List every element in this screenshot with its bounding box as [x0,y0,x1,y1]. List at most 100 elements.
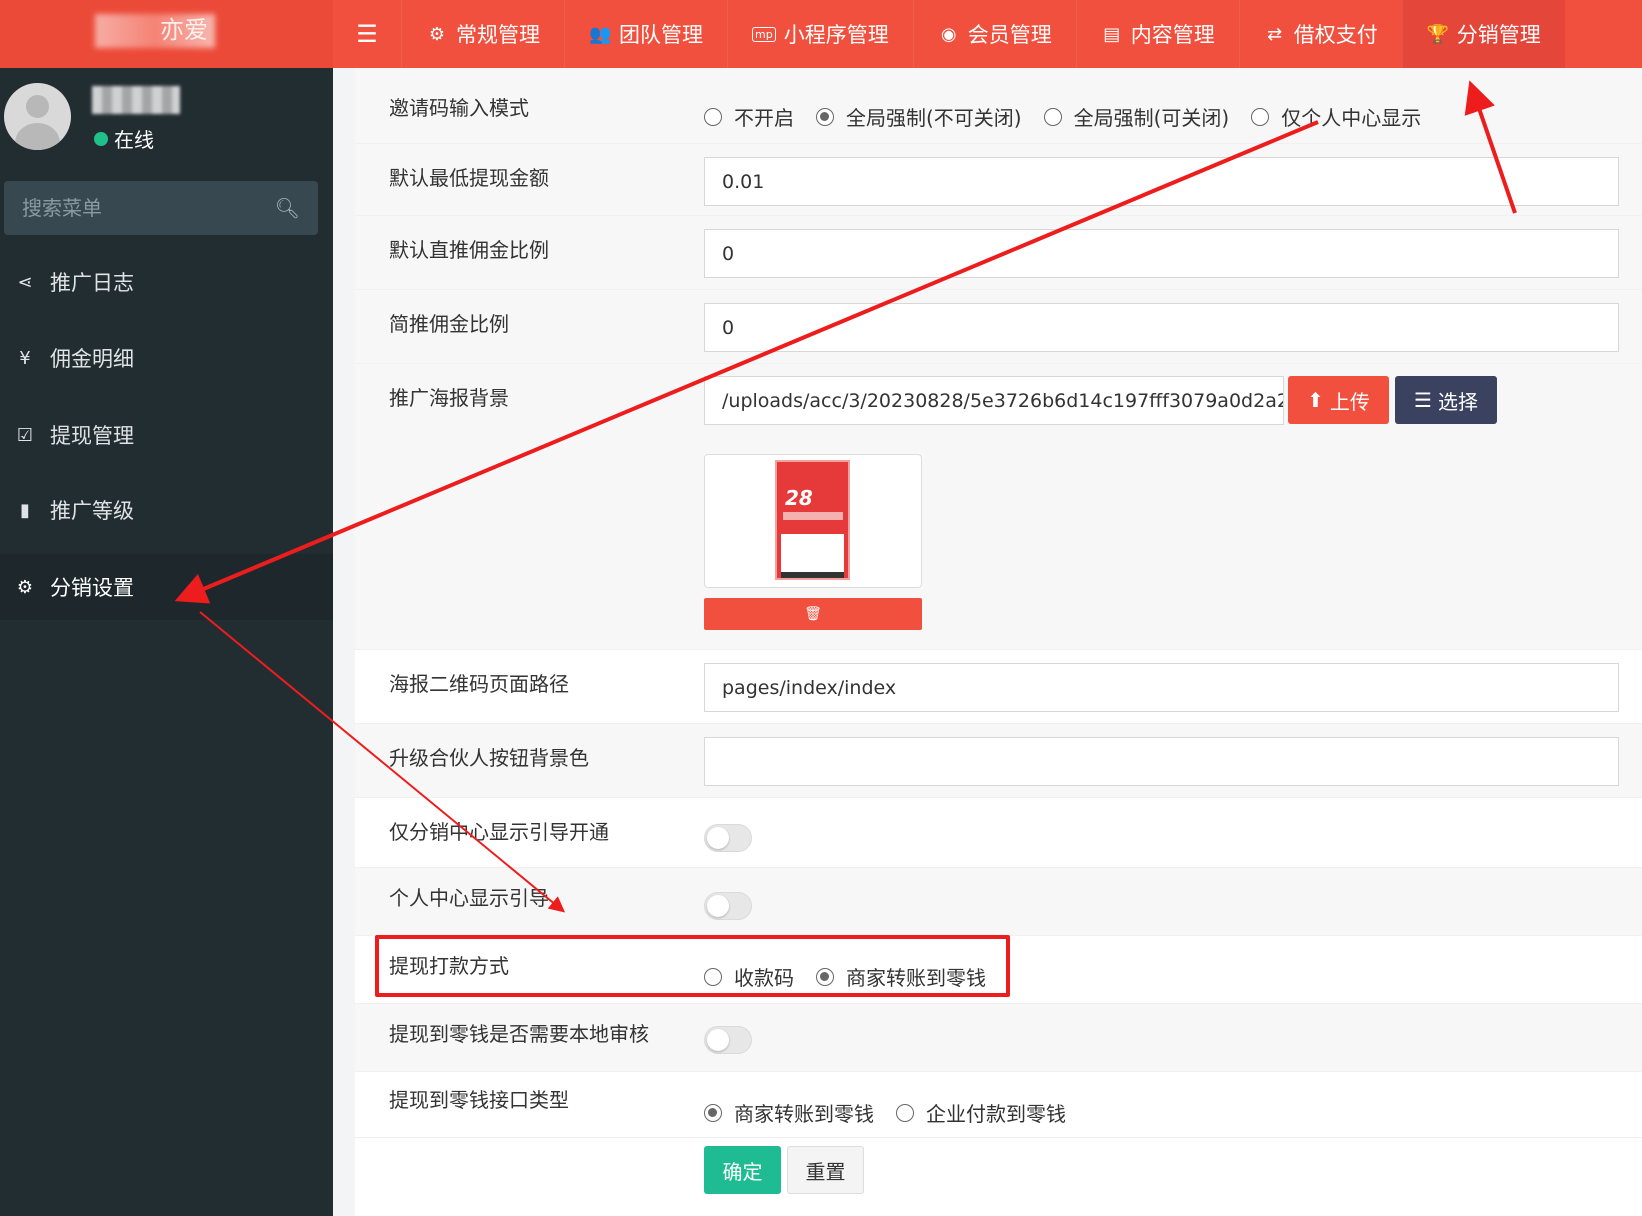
sidebar-item-settings[interactable]: ⚙ 分销设置 [0,554,333,620]
users-icon: 👥 [589,23,612,45]
poster-image: 28 [775,460,850,580]
radio-label: 仅个人中心显示 [1281,106,1422,130]
radio-circle-icon [704,1103,722,1122]
personal-guide-toggle[interactable] [704,892,752,920]
top-navbar: 亦爱 ☰ ⚙ 常规管理 👥 团队管理 mp 小程序管理 ◉ 会员管理 ▤ 内容管理 ⇄ 借权… [0,0,1642,68]
search-icon[interactable]: 🔍︎ [275,196,300,220]
online-status: 在线 [94,124,154,153]
nav-label: 借权支付 [1293,23,1378,47]
settings-form: 邀请码输入模式 不开启 全局强制(不可关闭) 全局强制(可关闭) 仅个人中心显示… [355,68,1642,1216]
field-label: 仅分销中心显示引导开通 [389,820,609,844]
miniprogram-icon: mp [752,26,776,42]
poster-path-input[interactable]: /uploads/acc/3/20230828/5e3726b6d14c197f… [704,376,1284,425]
radio-invite-center-only[interactable]: 仅个人中心显示 [1251,102,1421,131]
radio-label: 商家转账到零钱 [734,1102,874,1126]
nav-label: 团队管理 [619,23,703,47]
avatar [4,83,71,150]
row-min-withdraw: 默认最低提现金额 0.01 [355,144,1642,216]
confirm-button[interactable]: 确定 [704,1146,781,1194]
upload-icon: ⬆ [1307,388,1324,412]
qr-path-input[interactable]: pages/index/index [704,663,1619,712]
field-label: 海报二维码页面路径 [389,672,569,696]
sidebar-item-levels[interactable]: ▮ 推广等级 [0,477,333,543]
nav-item-members[interactable]: ◉ 会员管理 [912,0,1076,68]
menu-search: 🔍︎ [4,181,318,235]
row-poster-bg: 推广海报背景 /uploads/acc/3/20230828/5e3726b6d… [355,364,1642,650]
menu-search-input[interactable] [22,196,275,220]
level-icon: ▮ [20,499,30,521]
nav-label: 会员管理 [967,23,1052,47]
cogs-icon: ⚙ [16,576,34,598]
row-only-center-guide: 仅分销中心显示引导开通 [355,798,1642,868]
radio-label: 企业付款到零钱 [926,1102,1066,1126]
hamburger-icon[interactable]: ☰ [333,0,401,68]
field-label: 提现到零钱接口类型 [389,1088,569,1112]
radio-label: 不开启 [734,106,794,130]
sidebar-item-label: 佣金明细 [50,347,134,371]
partner-color-input[interactable] [704,737,1619,786]
radio-api-transfer[interactable]: 商家转账到零钱 [704,1098,874,1127]
field-label: 默认最低提现金额 [389,166,549,190]
nav-item-team[interactable]: 👥 团队管理 [564,0,727,68]
field-label: 升级合伙人按钮背景色 [389,746,589,770]
sidebar-item-commission[interactable]: ¥ 佣金明细 [0,325,333,391]
poster-thumbnail[interactable]: 28 [704,454,922,588]
radio-invite-forced-closable[interactable]: 全局强制(可关闭) [1043,102,1230,131]
sidebar-item-label: 推广日志 [50,271,134,295]
choose-button[interactable]: ☰ 选择 [1395,376,1497,424]
only-center-guide-toggle[interactable] [704,824,752,852]
poster-number: 28 [785,486,813,510]
nav-label: 内容管理 [1130,23,1215,47]
sidebar-item-promo-log[interactable]: ⋖ 推广日志 [0,249,333,315]
nav-item-pay[interactable]: ⇄ 借权支付 [1238,0,1402,68]
radio-label: 全局强制(可关闭) [1073,106,1230,130]
brand-logo[interactable]: 亦爱 [0,0,333,68]
radio-circle-icon [896,1103,914,1122]
row-partner-color: 升级合伙人按钮背景色 [355,724,1642,798]
delete-poster-button[interactable]: 🗑 [704,598,922,630]
invite-mode-radios: 不开启 全局强制(不可关闭) 全局强制(可关闭) 仅个人中心显示 [704,102,1421,131]
radio-circle-icon [816,107,834,126]
nav-label: 常规管理 [456,23,540,47]
indirect-ratio-input[interactable]: 0 [704,303,1619,352]
nav-item-content[interactable]: ▤ 内容管理 [1075,0,1239,68]
min-withdraw-input[interactable]: 0.01 [704,157,1619,206]
sidebar-item-label: 提现管理 [50,424,134,448]
field-label: 提现到零钱是否需要本地审核 [389,1022,649,1046]
newspaper-icon: ▤ [1103,23,1121,45]
row-invite-mode: 邀请码输入模式 不开启 全局强制(不可关闭) 全局强制(可关闭) 仅个人中心显示 [355,68,1642,144]
online-dot-icon [94,131,108,146]
radio-invite-off[interactable]: 不开启 [704,102,794,131]
sidebar-item-withdraw[interactable]: ☑ 提现管理 [0,402,333,468]
choose-label: 选择 [1437,389,1478,414]
yen-icon: ¥ [19,347,31,369]
top-nav: ☰ ⚙ 常规管理 👥 团队管理 mp 小程序管理 ◉ 会员管理 ▤ 内容管理 ⇄ 借权支付 … [333,0,1565,68]
field-label: 推广海报背景 [389,386,509,410]
nav-item-general[interactable]: ⚙ 常规管理 [401,0,564,68]
upload-label: 上传 [1329,389,1370,414]
sidebar: 在线 🔍︎ ⋖ 推广日志 ¥ 佣金明细 ☑ 提现管理 ▮ 推广等级 ⚙ 分销设置 [0,68,333,1216]
username-blurred [92,86,180,114]
radio-circle-icon [1251,107,1270,126]
main-content: 邀请码输入模式 不开启 全局强制(不可关闭) 全局强制(可关闭) 仅个人中心显示… [333,68,1642,1216]
exchange-icon: ⇄ [1267,23,1283,45]
nav-item-miniprogram[interactable]: mp 小程序管理 [727,0,913,68]
local-review-toggle[interactable] [704,1026,752,1054]
field-label: 个人中心显示引导 [389,886,549,910]
nav-item-distribution[interactable]: 🏆 分销管理 [1401,0,1565,68]
reset-button[interactable]: 重置 [787,1146,864,1194]
status-label: 在线 [114,128,154,152]
radio-circle-icon [704,107,722,126]
brand-title: 亦爱 [160,16,208,44]
row-personal-guide: 个人中心显示引导 [355,868,1642,936]
direct-ratio-input[interactable]: 0 [704,229,1619,278]
radio-label: 全局强制(不可关闭) [846,106,1022,130]
sidebar-item-label: 分销设置 [50,576,134,600]
radio-invite-forced-locked[interactable]: 全局强制(不可关闭) [816,102,1022,131]
upload-button[interactable]: ⬆ 上传 [1288,376,1389,424]
check-square-icon: ☑ [16,424,34,446]
nav-label: 小程序管理 [783,23,889,47]
share-icon: ⋖ [17,271,33,293]
cogs-icon: ⚙ [428,23,446,45]
radio-api-enterprise[interactable]: 企业付款到零钱 [896,1098,1066,1127]
